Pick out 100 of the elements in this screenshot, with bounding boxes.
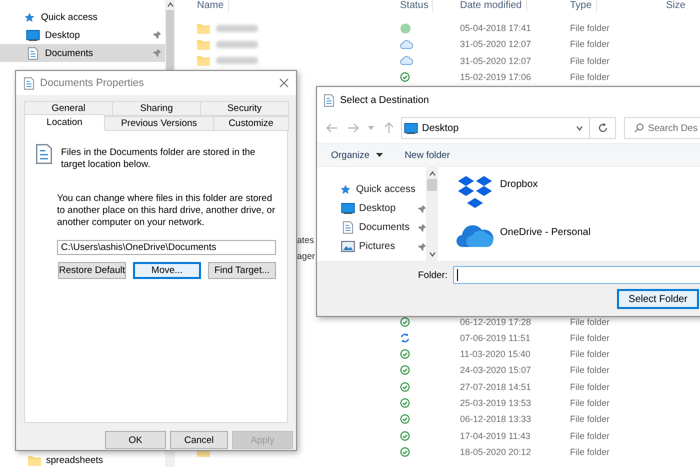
column-header[interactable]: Status — [400, 0, 434, 12]
check-circle-icon — [400, 430, 410, 441]
up-icon[interactable] — [383, 122, 395, 134]
folder-icon — [197, 38, 210, 50]
document-icon — [24, 76, 34, 90]
folder-icon — [197, 22, 210, 34]
scrollbar[interactable] — [426, 167, 438, 261]
tab[interactable]: Sharing — [112, 101, 201, 116]
scroll-up-icon[interactable] — [166, 2, 174, 7]
type-cell: File folder — [570, 365, 610, 376]
folder-item[interactable]: Dropbox — [456, 174, 538, 210]
window-title: Select a Destination — [340, 94, 429, 106]
folder-field[interactable] — [452, 266, 700, 284]
info-text: Files in the Documents folder are stored in the target location below. — [61, 147, 256, 171]
nav-item[interactable]: Desktop — [0, 26, 165, 44]
folder-icon — [197, 55, 210, 66]
column-header[interactable]: Size — [666, 0, 690, 12]
tab[interactable]: Security — [200, 101, 289, 116]
pin-icon — [153, 49, 161, 57]
select-folder-button[interactable]: Select Folder — [617, 289, 699, 309]
folder-icon — [28, 454, 41, 466]
date-cell: 27-07-2018 14:51 — [460, 382, 532, 392]
dialog-button[interactable]: OK — [105, 431, 166, 449]
desktop-icon — [404, 122, 418, 134]
forward-icon[interactable] — [347, 122, 359, 134]
type-cell: File folder — [570, 398, 610, 408]
date-cell: 17-04-2019 11:43 — [460, 430, 530, 441]
check-circle-icon — [400, 382, 410, 392]
type-cell: File folder — [570, 23, 610, 34]
tab[interactable]: Customize — [213, 116, 289, 131]
address-bar[interactable]: Desktop — [401, 117, 590, 139]
column-header[interactable]: Type — [570, 0, 597, 12]
blurred-name — [216, 57, 258, 64]
date-cell: 25-03-2019 13:53 — [460, 398, 532, 408]
document-icon — [28, 46, 38, 60]
chevron-down-icon[interactable] — [576, 126, 583, 130]
check-circle-icon — [400, 398, 410, 408]
date-cell: 06-12-2019 17:28 — [460, 316, 532, 326]
toolbar-button[interactable]: New folder — [404, 150, 450, 160]
type-cell: File folder — [570, 414, 610, 424]
refresh-icon[interactable] — [598, 123, 608, 133]
document-icon — [324, 94, 334, 106]
type-cell: File folder — [570, 382, 610, 392]
date-cell: 24-03-2020 15:07 — [460, 365, 532, 376]
type-cell: File folder — [570, 316, 610, 326]
date-cell: 15-02-2019 17:06 — [460, 72, 532, 82]
back-icon[interactable] — [326, 122, 338, 134]
nav-item[interactable]: Quick access — [0, 8, 165, 26]
scroll-up-icon[interactable] — [428, 171, 436, 176]
toolbar-button[interactable]: Organize — [331, 150, 383, 160]
type-cell: File folder — [570, 349, 610, 360]
pin-icon — [418, 205, 426, 213]
date-cell: 07-06-2019 11:51 — [460, 332, 530, 343]
date-cell: 18-05-2020 20:12 — [460, 446, 532, 457]
field-label: Folder: — [418, 270, 448, 280]
nav-item[interactable]: Documents — [338, 219, 426, 236]
check-circle-icon — [400, 72, 410, 82]
path-field[interactable]: C:\Users\ashis\OneDrive\Documents — [57, 240, 276, 255]
caret-icon[interactable] — [368, 126, 374, 130]
pin-icon — [153, 31, 161, 39]
date-cell: 31-05-2020 12:07 — [460, 39, 532, 50]
status-dot-icon — [400, 22, 411, 34]
scroll-down-icon[interactable] — [428, 252, 436, 257]
desktop-icon — [341, 203, 355, 214]
close-icon[interactable] — [279, 78, 289, 88]
description-text: You can change where files in this folder are stored to another place on this hard drive, another drive, or another computer on your network. — [57, 193, 276, 229]
date-cell: 31-05-2020 12:07 — [460, 56, 532, 66]
nav-item[interactable]: Documents — [0, 44, 165, 62]
blurred-name — [216, 40, 258, 48]
cloud-icon — [456, 222, 494, 248]
check-circle-icon — [400, 414, 410, 424]
type-cell: File folder — [570, 56, 610, 66]
date-cell: 06-12-2018 13:33 — [460, 414, 532, 424]
tab[interactable]: Location — [24, 114, 105, 131]
date-cell: 05-04-2018 17:41 — [460, 23, 532, 34]
star-icon — [340, 184, 350, 195]
column-header[interactable]: Date modified — [460, 0, 527, 12]
scrollbar-thumb[interactable] — [427, 179, 437, 191]
dialog-button[interactable]: Cancel — [170, 431, 228, 449]
dialog-button[interactable]: Restore Default — [58, 262, 126, 279]
window-title: Documents Properties — [40, 77, 145, 89]
file-name: ager — [297, 251, 316, 262]
nav-item[interactable]: Quick access — [338, 181, 426, 198]
check-circle-icon — [400, 349, 410, 360]
caret-icon — [376, 153, 383, 157]
file-name: ates — [297, 235, 314, 246]
dialog-button[interactable]: Find Target... — [208, 262, 276, 279]
search-field[interactable]: Search Des — [624, 117, 700, 139]
column-header[interactable]: Name — [197, 0, 229, 12]
type-cell: File folder — [570, 72, 610, 82]
dialog-button[interactable]: Move... — [133, 262, 201, 279]
check-circle-icon — [400, 446, 410, 457]
star-icon — [24, 12, 34, 22]
pin-icon — [418, 243, 426, 251]
date-cell: 11-03-2020 15:40 — [460, 349, 530, 360]
search-icon — [634, 123, 644, 133]
nav-item[interactable]: Desktop — [338, 200, 426, 217]
nav-item[interactable]: Pictures — [338, 238, 426, 255]
folder-item[interactable]: OneDrive - Personal — [456, 222, 591, 248]
pictures-icon — [341, 241, 355, 252]
